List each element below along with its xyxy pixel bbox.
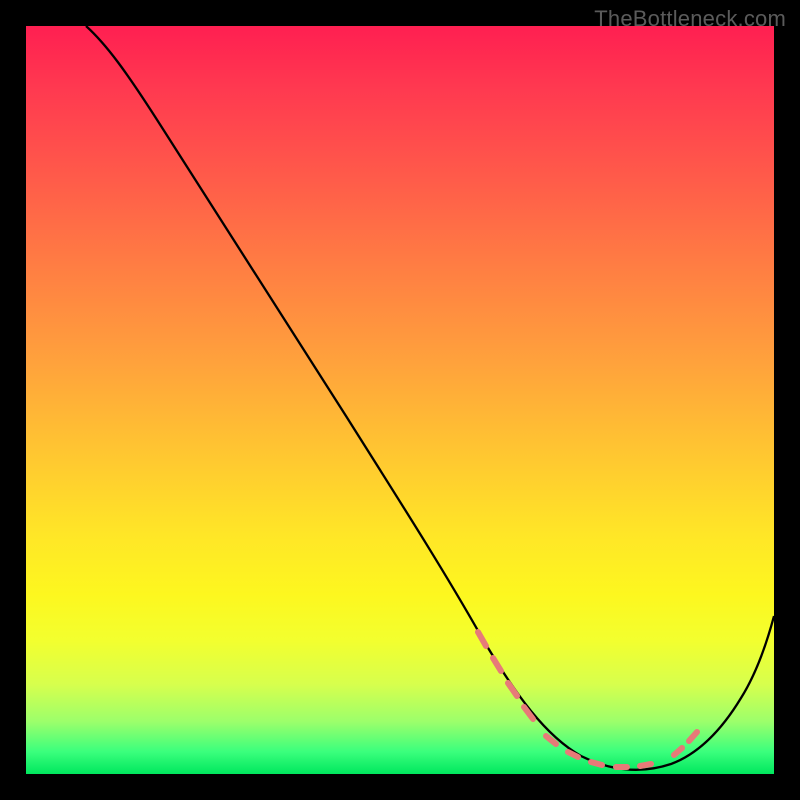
plot-area (26, 26, 774, 774)
watermark-text: TheBottleneck.com (594, 6, 786, 32)
main-curve (86, 26, 774, 770)
chart-container: TheBottleneck.com (0, 0, 800, 800)
curve-layer (26, 26, 774, 774)
marker-dots (478, 632, 697, 767)
